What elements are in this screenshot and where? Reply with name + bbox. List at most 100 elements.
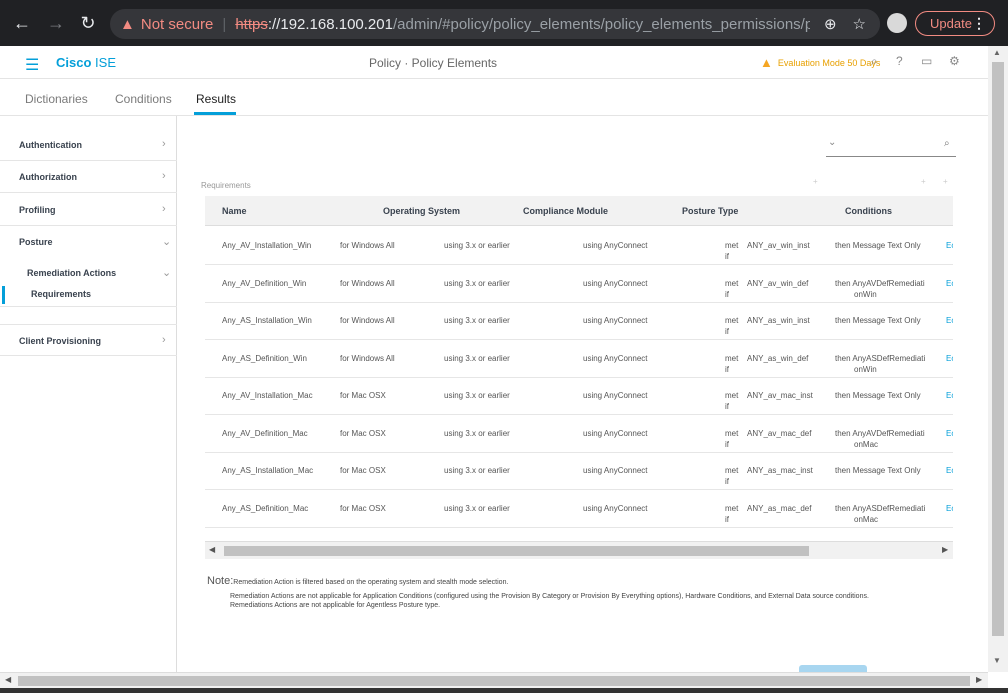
url-host: ://192.168.100.201 [267,15,393,33]
back-icon[interactable]: ← [8,9,36,37]
table-row[interactable]: Any_AS_Definition_Mac for Mac OSX using 3.… [205,490,953,528]
edit-link[interactable]: Ec [946,354,953,363]
cell-met: met [725,391,739,400]
sidebar-item-requirements[interactable]: Requirements [0,285,177,307]
scroll-up-icon[interactable]: ▲ [993,48,1001,57]
add-icon[interactable]: + [943,177,948,186]
column-header-module[interactable]: Compliance Module [523,206,608,216]
chevron-right-icon: › [162,170,166,182]
tab-bar: Dictionaries Conditions Results [0,80,988,116]
chevron-down-icon: ⌄ [162,236,172,248]
reload-icon[interactable]: ↻ [74,9,102,37]
page-vertical-scrollbar[interactable]: ▲ ▼ [988,46,1008,672]
search-icon[interactable]: ⌕ [871,54,878,69]
page-title: Policy · Policy Elements [369,56,498,70]
add-icon[interactable]: + [813,177,818,186]
tab-conditions[interactable]: Conditions [115,92,172,106]
address-bar[interactable]: ▲ Not secure | https ://192.168.100.201 … [110,9,880,39]
cell-if: if [725,364,729,374]
edit-link[interactable]: Ec [946,316,953,325]
page-horizontal-scrollbar[interactable]: ◀ ▶ [0,672,988,688]
address-separator: | [222,15,227,33]
chevron-right-icon: › [162,334,166,346]
scroll-left-icon[interactable]: ◀ [5,675,11,684]
scroll-down-icon[interactable]: ▼ [993,656,1001,665]
scrollbar-thumb[interactable] [992,62,1004,636]
active-tab-indicator [194,112,236,115]
chevron-right-icon: › [162,138,166,150]
sidebar-item-profiling[interactable]: Profiling › [0,194,177,226]
cell-met: met [725,316,739,325]
edit-link[interactable]: Ec [946,429,953,438]
kebab-menu-icon[interactable]: ⋮ [972,15,986,32]
evaluation-banner[interactable]: ▲ Evaluation Mode 50 Days [760,55,880,70]
cell-posture: using AnyConnect [583,503,648,513]
add-icon[interactable]: + [921,177,926,186]
cell-module: using 3.x or earlier [444,278,510,288]
gear-icon[interactable]: ⚙ [949,54,960,68]
edit-link[interactable]: Ec [946,279,953,288]
not-secure-label: Not secure [140,15,214,33]
hamburger-icon[interactable]: ☰ [25,55,39,75]
edit-link[interactable]: Ec [946,391,953,400]
cell-condition: ANY_as_win_def [747,353,809,363]
table-row[interactable]: Any_AS_Installation_Mac for Mac OSX using … [205,452,953,490]
table-row[interactable]: Any_AM_Installation_Winfor Windows Allus… [205,527,953,540]
search-icon[interactable]: ⌕ [944,138,950,149]
cell-remediation: then AnyASDefRemediati [835,353,926,363]
profile-avatar[interactable] [887,13,907,33]
table-row[interactable]: Any_AS_Installation_Win for Windows All us… [205,302,953,340]
scroll-right-icon[interactable]: ▶ [976,675,982,684]
cell-module: using 3.x or earlier [444,503,510,513]
cell-remediation-2: onMac [854,514,879,524]
sidebar-item-label: Requirements [31,289,92,299]
sidebar-item-authentication[interactable]: Authentication › [0,129,177,161]
edit-link[interactable]: Ec [946,504,953,513]
sidebar-item-remediation-actions[interactable]: Remediation Actions ⌄ [0,264,177,284]
table-horizontal-scrollbar[interactable]: ◀ ▶ [205,541,953,559]
sidebar-item-client-provisioning[interactable]: Client Provisioning › [0,324,177,356]
tab-results[interactable]: Results [196,92,236,106]
column-header-name[interactable]: Name [222,206,247,216]
tab-dictionaries[interactable]: Dictionaries [25,92,88,106]
cell-os: for Mac OSX [340,466,386,475]
edit-link[interactable]: Ec [946,241,953,250]
scrollbar-thumb[interactable] [224,546,809,556]
table-row[interactable]: Any_AV_Installation_Mac for Mac OSX using … [205,377,953,415]
filter-search[interactable]: ⌄ ⌕ [826,133,956,157]
cell-module: using 3.x or earlier [444,391,510,400]
forward-icon[interactable]: → [42,9,70,37]
scroll-left-icon[interactable]: ◀ [209,545,215,554]
cell-condition: ANY_as_mac_inst [747,466,813,475]
update-button[interactable]: Update ⋮ [915,11,995,36]
table-row[interactable]: Any_AV_Installation_Win for Windows All us… [205,227,953,265]
table-row[interactable]: Any_AV_Definition_Mac for Mac OSX using 3.… [205,415,953,453]
app-header: ☰ Cisco ISE Policy · Policy Elements ▲ E… [0,46,988,79]
cell-name: Any_AS_Definition_Win [222,353,307,363]
star-icon[interactable]: ☆ [853,15,866,33]
table-row[interactable]: Any_AV_Definition_Win for Windows All usin… [205,265,953,303]
scrollbar-thumb[interactable] [18,676,970,686]
help-icon[interactable]: ? [896,54,903,68]
column-header-os[interactable]: Operating System [383,206,460,216]
cell-remediation: then Message Text Only [835,241,921,250]
edit-link[interactable]: Ec [946,466,953,475]
cell-module: using 3.x or earlier [444,241,510,250]
cell-os: for Mac OSX [340,503,386,513]
sidebar-item-label: Remediation Actions [27,268,117,278]
zoom-icon[interactable]: ⊕ [824,15,837,33]
notification-icon[interactable]: ▭ [921,54,932,68]
table-row[interactable]: Any_AS_Definition_Win for Windows All usin… [205,340,953,378]
scroll-right-icon[interactable]: ▶ [942,545,948,554]
cell-name: Any_AV_Definition_Win [222,278,307,288]
column-header-conditions[interactable]: Conditions [845,206,892,216]
cell-if: if [725,402,729,411]
cell-if: if [725,327,729,336]
chevron-down-icon[interactable]: ⌄ [828,137,836,148]
cell-module: using 3.x or earlier [444,316,510,325]
sidebar-item-posture[interactable]: Posture ⌄ [0,226,177,258]
cell-name: Any_AS_Installation_Win [222,316,312,325]
column-header-posture[interactable]: Posture Type [682,206,738,216]
sidebar-item-authorization[interactable]: Authorization › [0,161,177,193]
note-line-1: Note:Remediation Action is filtered base… [207,576,508,588]
